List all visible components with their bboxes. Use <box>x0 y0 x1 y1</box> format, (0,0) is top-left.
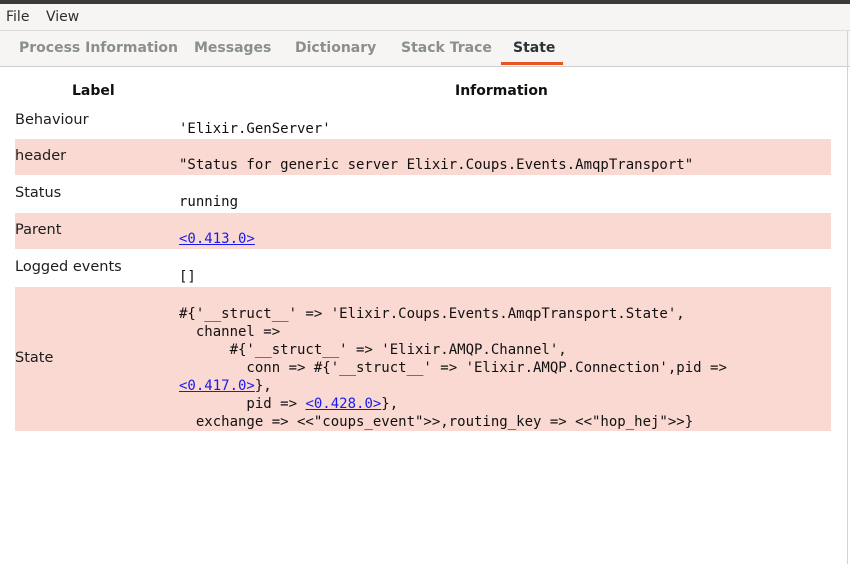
column-header-information: Information <box>455 83 548 99</box>
state-line: <0.417.0>}, <box>179 377 727 395</box>
row-value: [] <box>179 269 196 285</box>
window-right-border <box>847 31 848 564</box>
row-value: "Status for generic server Elixir.Coups.… <box>179 157 694 173</box>
tab-bar: Process Information Messages Dictionary … <box>0 31 850 67</box>
state-line: conn => #{'__struct__' => 'Elixir.AMQP.C… <box>179 360 727 376</box>
state-text: pid => <box>179 396 306 412</box>
row-label: Behaviour <box>15 112 89 128</box>
state-line: #{'__struct__' => 'Elixir.AMQP.Channel', <box>179 342 567 358</box>
tab-dictionary[interactable]: Dictionary <box>295 40 376 56</box>
table-row: Status running <box>15 176 831 212</box>
state-line: exchange => <<"coups_event">>,routing_ke… <box>179 414 694 430</box>
row-label: Status <box>15 185 62 201</box>
state-line: pid => <0.428.0>}, <box>179 395 727 413</box>
table-row: Parent <0.413.0> <box>15 213 831 249</box>
table-row: Logged events [] <box>15 250 831 286</box>
column-header-label: Label <box>72 83 115 99</box>
active-tab-indicator <box>501 62 563 65</box>
connection-pid-link[interactable]: <0.417.0> <box>179 378 255 394</box>
state-text: }, <box>381 396 399 412</box>
menu-view[interactable]: View <box>46 9 79 25</box>
state-text: }, <box>254 378 272 394</box>
row-value: 'Elixir.GenServer' <box>179 121 331 137</box>
menu-file[interactable]: File <box>6 9 29 25</box>
tab-process-information[interactable]: Process Information <box>19 40 178 56</box>
state-line: channel => <box>179 324 281 340</box>
state-line: #{'__struct__' => 'Elixir.Coups.Events.A… <box>179 306 685 322</box>
row-label: Logged events <box>15 259 122 275</box>
table-row: Behaviour 'Elixir.GenServer' <box>15 103 831 139</box>
state-value: #{'__struct__' => 'Elixir.Coups.Events.A… <box>179 305 727 431</box>
row-label: Parent <box>15 222 62 238</box>
tab-stack-trace[interactable]: Stack Trace <box>401 40 492 56</box>
channel-pid-link[interactable]: <0.428.0> <box>305 396 381 412</box>
row-label: header <box>15 148 67 164</box>
table-row: header "Status for generic server Elixir… <box>15 139 831 175</box>
row-label: State <box>15 350 54 366</box>
parent-pid-link[interactable]: <0.413.0> <box>179 230 255 248</box>
tab-state[interactable]: State <box>513 40 555 56</box>
menubar: File View <box>0 4 850 31</box>
tab-messages[interactable]: Messages <box>194 40 271 56</box>
table-row: State #{'__struct__' => 'Elixir.Coups.Ev… <box>15 287 831 431</box>
row-value: running <box>179 194 239 210</box>
